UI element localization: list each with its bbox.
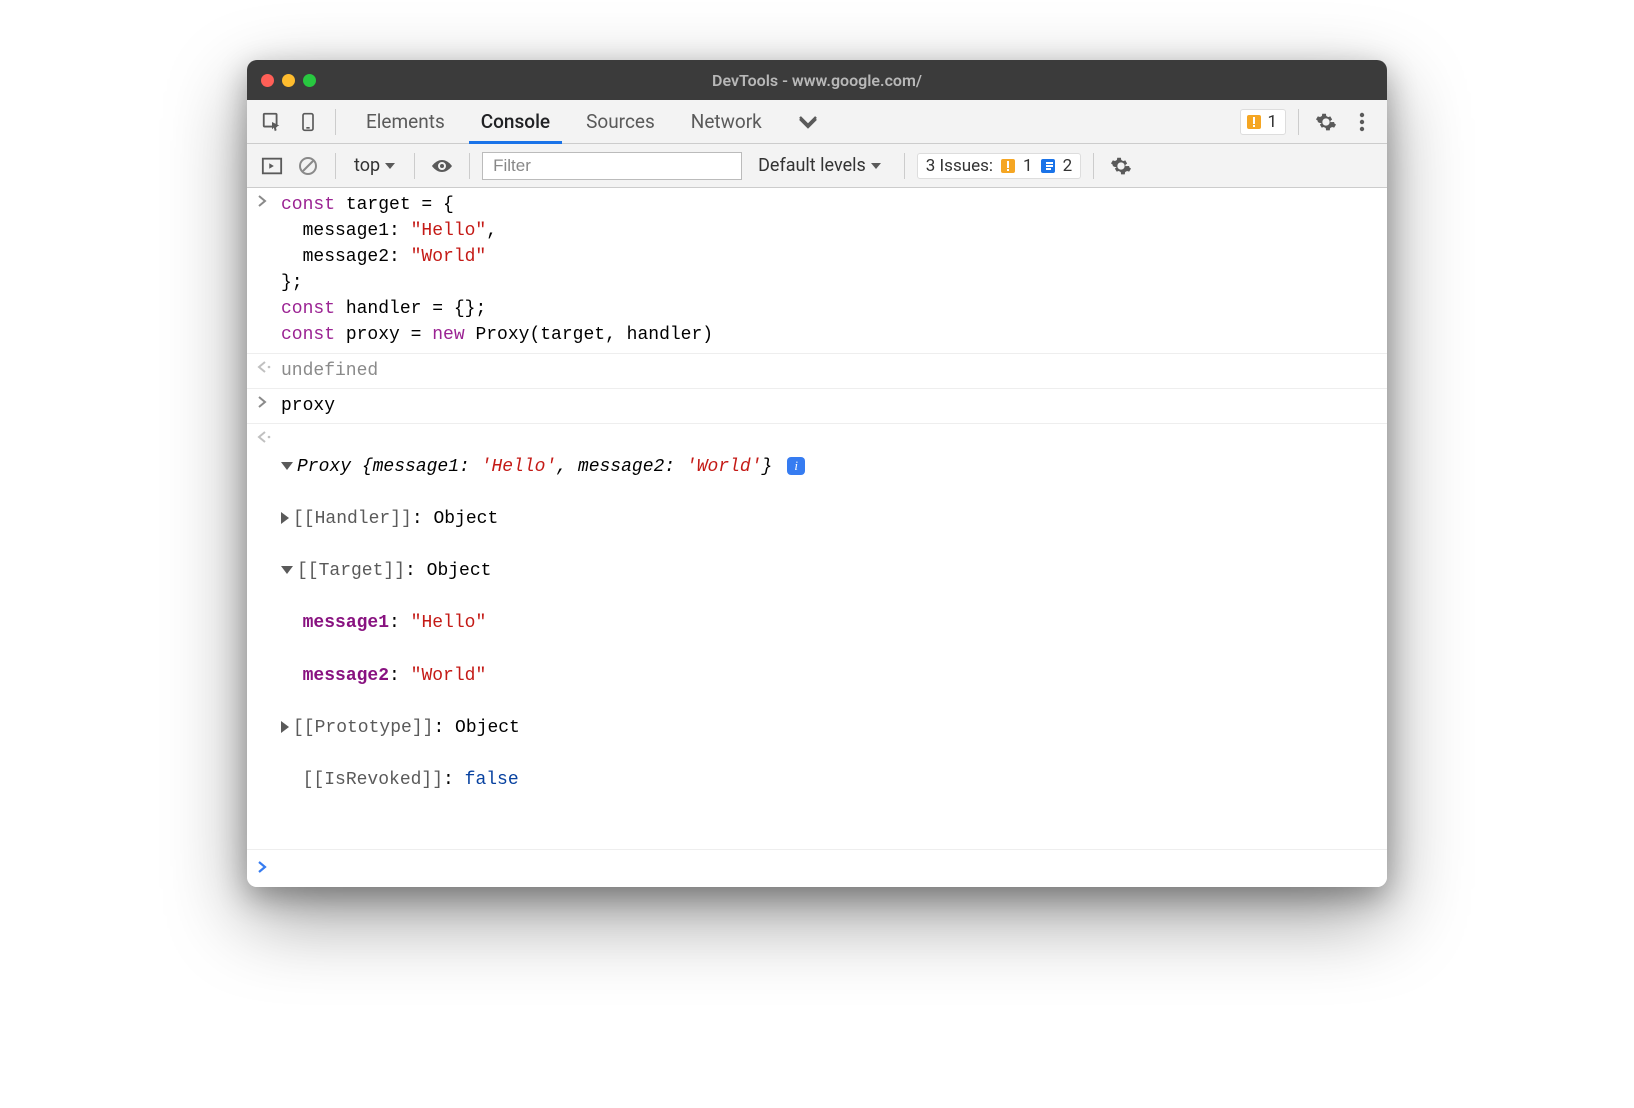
chevron-down-icon	[384, 161, 396, 171]
levels-label: Default levels	[758, 155, 866, 176]
separator	[1298, 109, 1299, 135]
console-output-row: undefined	[247, 354, 1387, 389]
tab-elements[interactable]: Elements	[348, 100, 463, 143]
prompt-chevron-icon	[257, 858, 281, 873]
output-chevron-icon	[257, 428, 281, 846]
context-label: top	[354, 155, 380, 176]
chevron-down-icon	[870, 161, 882, 171]
warning-icon	[1245, 113, 1263, 131]
console-input-row[interactable]: proxy	[247, 389, 1387, 424]
settings-icon[interactable]	[1311, 107, 1341, 137]
object-tree: Proxy {message1: 'Hello', message2: 'Wor…	[281, 428, 1377, 846]
titlebar: DevTools - www.google.com/	[247, 60, 1387, 100]
separator	[1093, 153, 1094, 179]
object-property[interactable]: [[IsRevoked]]: false	[281, 767, 1377, 793]
object-property[interactable]: [[Prototype]]: Object	[281, 715, 1377, 741]
code-block: proxy	[281, 393, 1377, 419]
output-chevron-icon	[257, 358, 281, 384]
warning-count: 1	[1267, 112, 1277, 132]
more-tabs-button[interactable]	[780, 100, 836, 143]
info-icon	[1039, 157, 1057, 175]
clear-console-icon[interactable]	[293, 151, 323, 181]
input-chevron-icon	[257, 192, 281, 349]
close-window-button[interactable]	[261, 74, 274, 87]
console-settings-icon[interactable]	[1106, 151, 1136, 181]
console-prompt[interactable]	[247, 850, 1387, 887]
panel-tabs: Elements Console Sources Network	[348, 100, 836, 143]
issues-info-count: 2	[1063, 156, 1073, 176]
warnings-badge[interactable]: 1	[1240, 109, 1286, 135]
log-levels-selector[interactable]: Default levels	[748, 155, 892, 176]
separator	[904, 153, 905, 179]
undefined-value: undefined	[281, 358, 1377, 384]
issues-label: 3 Issues:	[926, 156, 993, 176]
console-output-row: Proxy {message1: 'Hello', message2: 'Wor…	[247, 424, 1387, 851]
tab-network[interactable]: Network	[673, 100, 780, 143]
issues-badge[interactable]: 3 Issues: 1 2	[917, 153, 1081, 179]
disclosure-triangle-down-icon[interactable]	[281, 566, 293, 574]
console-toolbar: top Default levels 3 Issues: 1 2	[247, 144, 1387, 188]
device-toolbar-icon[interactable]	[293, 107, 323, 137]
separator	[414, 153, 415, 179]
console-output: const target = { message1: "Hello", mess…	[247, 188, 1387, 887]
inspect-element-icon[interactable]	[257, 107, 287, 137]
disclosure-triangle-down-icon[interactable]	[281, 462, 293, 470]
warning-icon	[999, 157, 1017, 175]
separator	[469, 153, 470, 179]
disclosure-triangle-right-icon[interactable]	[281, 512, 289, 524]
tab-console[interactable]: Console	[463, 100, 568, 143]
context-selector[interactable]: top	[348, 155, 402, 176]
live-expression-icon[interactable]	[427, 151, 457, 181]
info-badge-icon[interactable]: i	[787, 457, 805, 475]
more-options-icon[interactable]	[1347, 107, 1377, 137]
input-chevron-icon	[257, 393, 281, 419]
maximize-window-button[interactable]	[303, 74, 316, 87]
tab-sources[interactable]: Sources	[568, 100, 673, 143]
filter-input[interactable]	[482, 152, 742, 180]
disclosure-triangle-right-icon[interactable]	[281, 721, 289, 733]
prompt-input[interactable]	[281, 858, 1377, 873]
main-toolbar: Elements Console Sources Network 1	[247, 100, 1387, 144]
window-title: DevTools - www.google.com/	[247, 71, 1387, 90]
code-block: const target = { message1: "Hello", mess…	[281, 192, 1377, 349]
object-property[interactable]: [[Handler]]: Object	[281, 506, 1377, 532]
object-property[interactable]: message2: "World"	[281, 663, 1377, 689]
object-property[interactable]: message1: "Hello"	[281, 610, 1377, 636]
separator	[335, 109, 336, 135]
object-summary[interactable]: Proxy {message1: 'Hello', message2: 'Wor…	[281, 454, 1377, 480]
separator	[335, 153, 336, 179]
issues-warn-count: 1	[1023, 156, 1033, 176]
sidebar-toggle-icon[interactable]	[257, 151, 287, 181]
console-input-row[interactable]: const target = { message1: "Hello", mess…	[247, 188, 1387, 354]
devtools-window: DevTools - www.google.com/ Elements Cons…	[247, 60, 1387, 887]
object-property[interactable]: [[Target]]: Object	[281, 558, 1377, 584]
traffic-lights	[261, 74, 316, 87]
minimize-window-button[interactable]	[282, 74, 295, 87]
